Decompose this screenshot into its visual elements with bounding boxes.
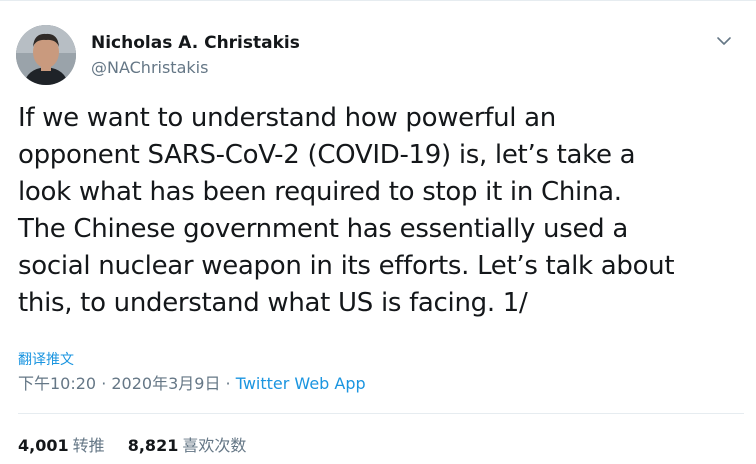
chevron-down-icon[interactable] [714,31,734,51]
tweet-text-line: this, to understand what US is facing. 1… [18,288,528,318]
retweets-count: 4,001 [18,436,69,455]
tweet-card: Nicholas A. Christakis @NAChristakis If … [0,0,756,464]
author-name[interactable]: Nicholas A. Christakis [91,33,300,53]
avatar[interactable] [16,25,76,85]
tweet-text-line: social nuclear weapon in its efforts. Le… [18,251,675,281]
likes-label: 喜欢次数 [182,436,247,455]
tweet-text-line: look what has been required to stop it i… [18,177,622,207]
retweets-stat[interactable]: 4,001 转推 [18,432,105,456]
tweet-text-line: opponent SARS-CoV-2 (COVID-19) is, let’s… [18,140,636,170]
tweet-text-line: The Chinese government has essentially u… [18,214,628,244]
author-handle[interactable]: @NAChristakis [91,58,208,77]
tweet-timestamp[interactable]: 下午10:20 · 2020年3月9日 [18,374,220,393]
likes-stat[interactable]: 8,821 喜欢次数 [128,432,247,456]
tweet-text: If we want to understand how powerful an… [18,100,743,322]
avatar-image [16,25,76,85]
tweet-meta: 下午10:20 · 2020年3月9日 · Twitter Web App [18,370,366,394]
translate-tweet-link[interactable]: 翻译推文 [18,349,74,369]
likes-count: 8,821 [127,436,179,455]
divider [18,413,744,414]
tweet-text-line: If we want to understand how powerful an [18,103,556,133]
meta-separator: · [220,374,236,393]
retweets-label: 转推 [72,436,105,455]
tweet-source-link[interactable]: Twitter Web App [236,374,366,393]
tweet-stats: 4,001 转推 8,821 喜欢次数 [18,432,264,456]
